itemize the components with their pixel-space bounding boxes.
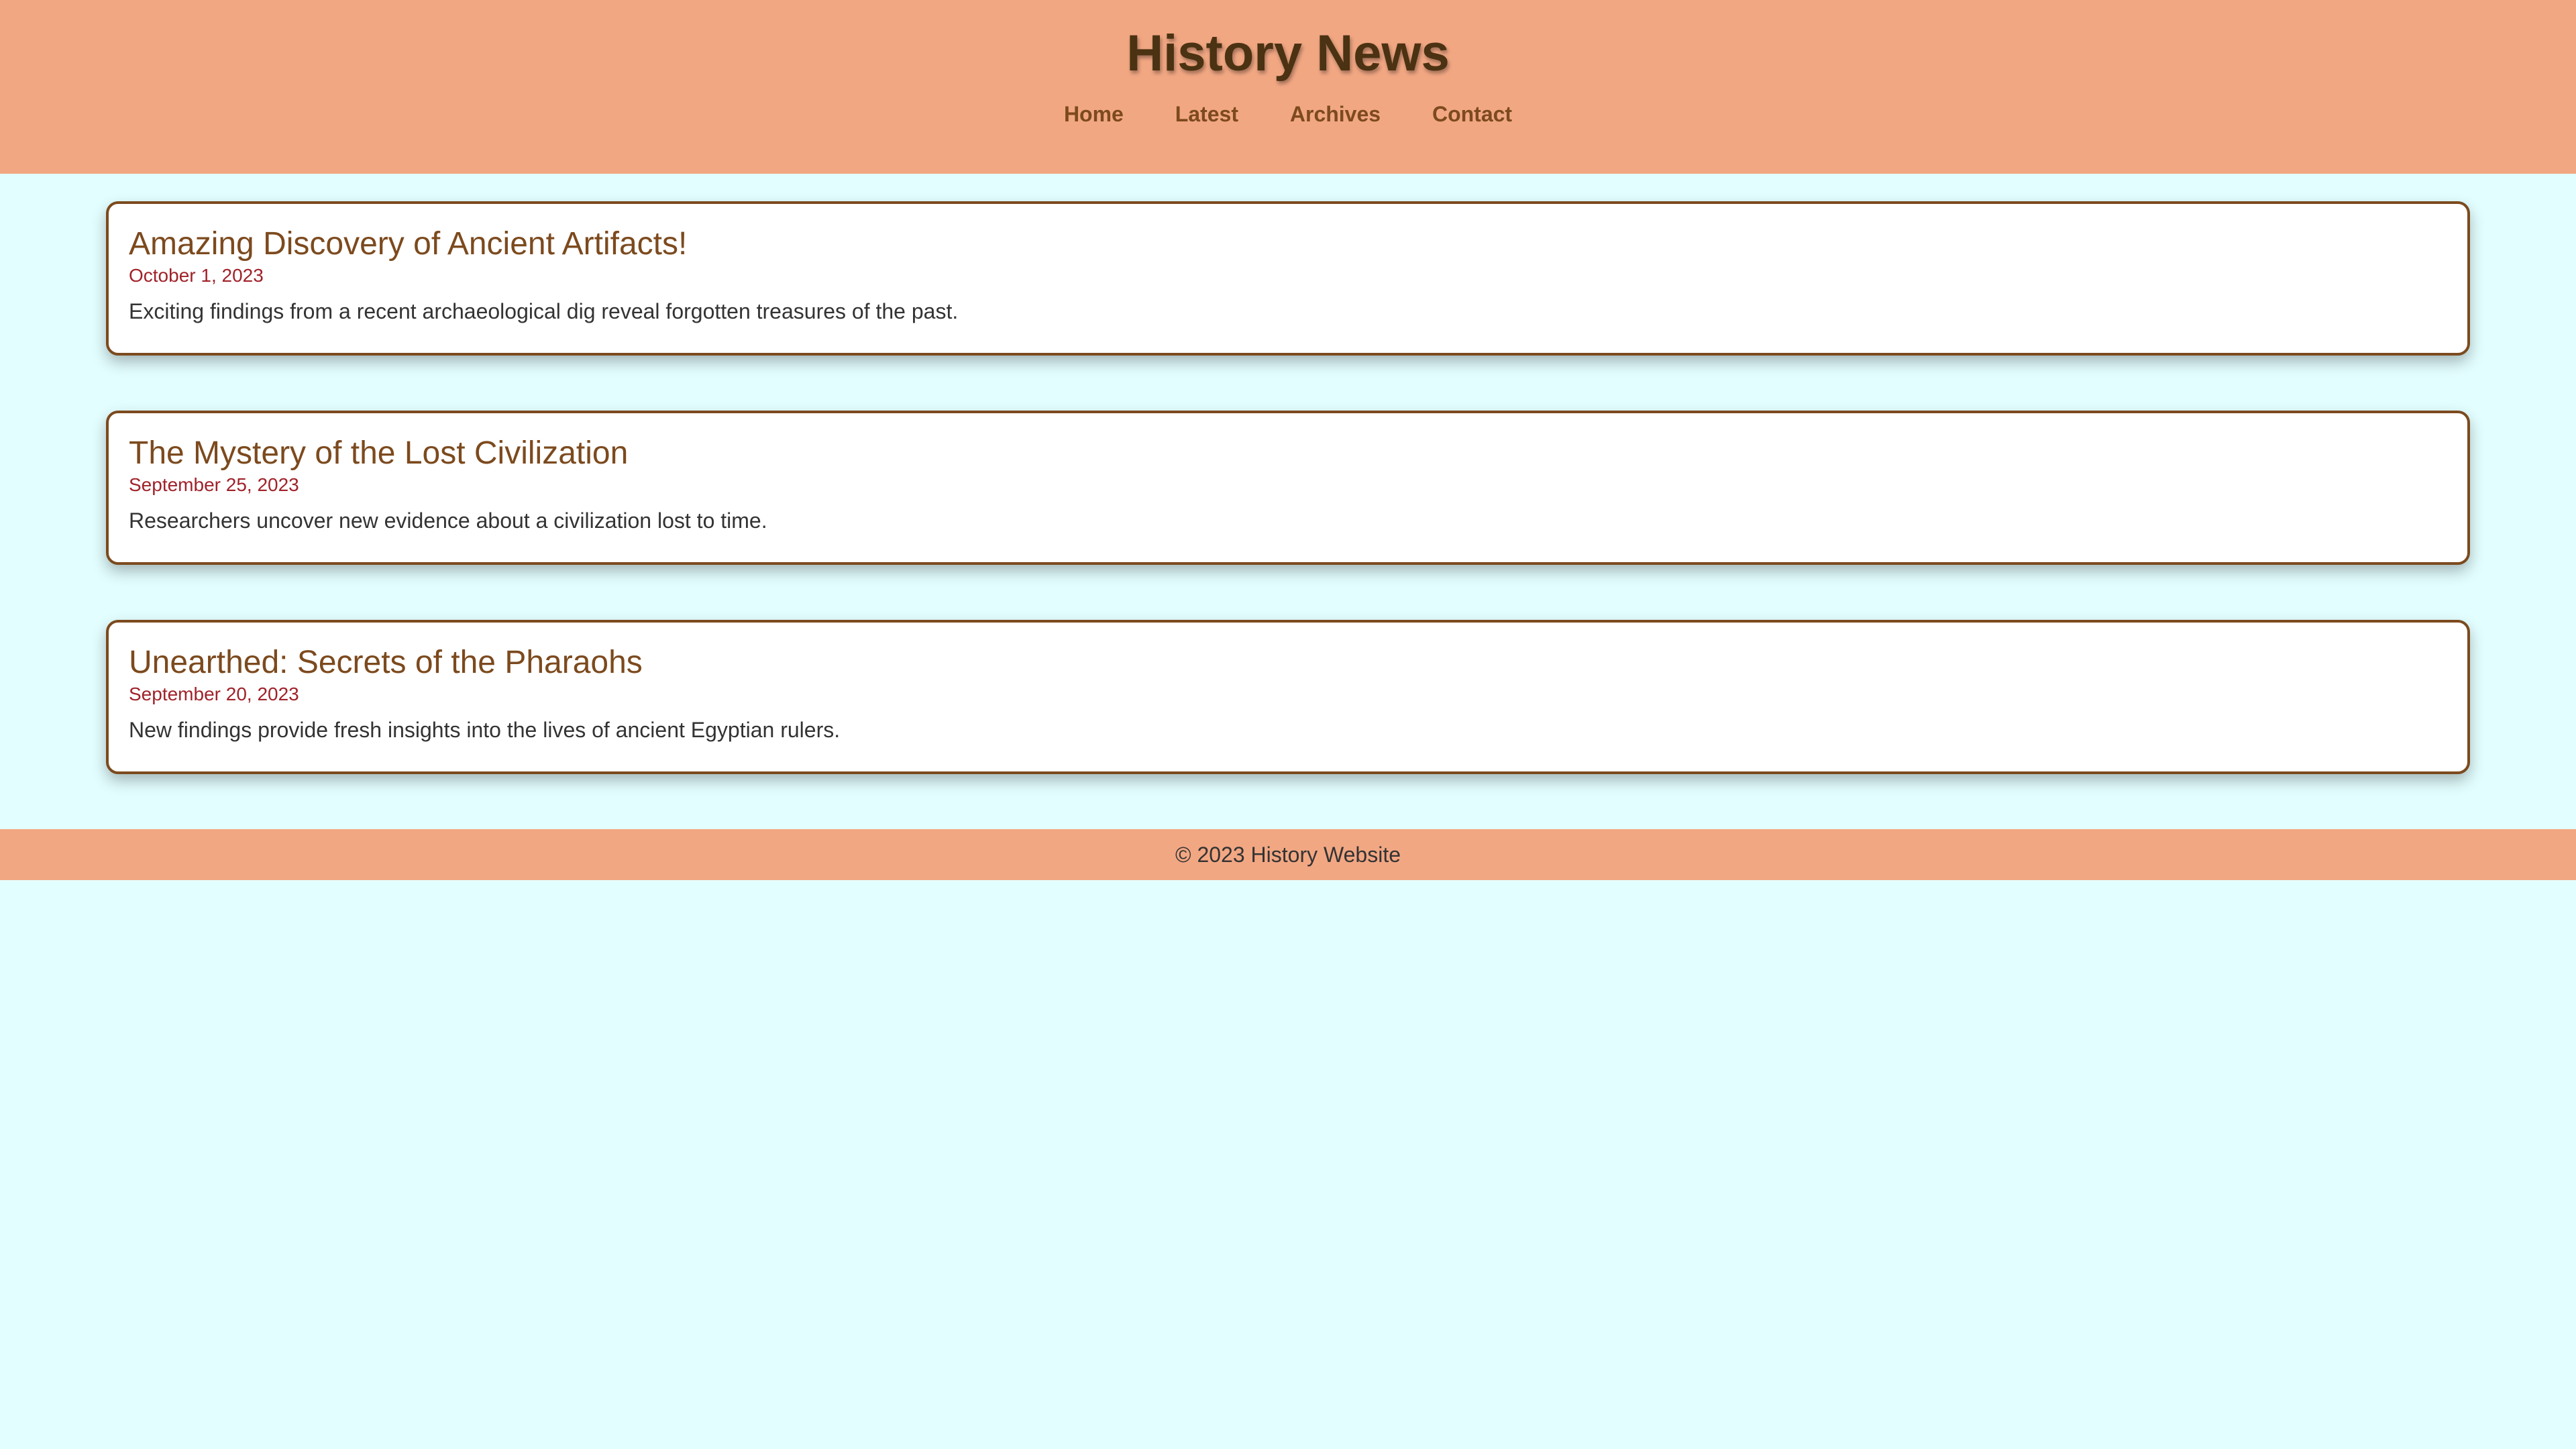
- nav-link-home[interactable]: Home: [1064, 94, 1124, 134]
- article-card: Unearthed: Secrets of the Pharaohs Septe…: [106, 620, 2470, 774]
- main-nav: Home Latest Archives Contact: [0, 94, 2576, 134]
- article-date: October 1, 2023: [129, 265, 264, 286]
- article-card: The Mystery of the Lost Civilization Sep…: [106, 411, 2470, 565]
- article-title: Amazing Discovery of Ancient Artifacts!: [129, 226, 688, 262]
- nav-link-archives[interactable]: Archives: [1290, 94, 1381, 134]
- nav-link-contact[interactable]: Contact: [1432, 94, 1512, 134]
- site-header: History News Home Latest Archives Contac…: [0, 0, 2576, 174]
- footer-copyright: © 2023 History Website: [1175, 843, 1401, 867]
- article-list: Amazing Discovery of Ancient Artifacts! …: [106, 201, 2470, 829]
- article-date: September 20, 2023: [129, 684, 299, 704]
- site-footer: © 2023 History Website: [0, 829, 2576, 880]
- article-date: September 25, 2023: [129, 474, 299, 495]
- article-summary: New findings provide fresh insights into…: [129, 718, 841, 742]
- article-summary: Researchers uncover new evidence about a…: [129, 508, 767, 533]
- article-card: Amazing Discovery of Ancient Artifacts! …: [106, 201, 2470, 356]
- site-title: History News: [1126, 25, 1450, 82]
- article-summary: Exciting findings from a recent archaeol…: [129, 299, 959, 323]
- nav-link-latest[interactable]: Latest: [1175, 94, 1238, 134]
- article-title: The Mystery of the Lost Civilization: [129, 435, 629, 471]
- article-title: Unearthed: Secrets of the Pharaohs: [129, 645, 643, 680]
